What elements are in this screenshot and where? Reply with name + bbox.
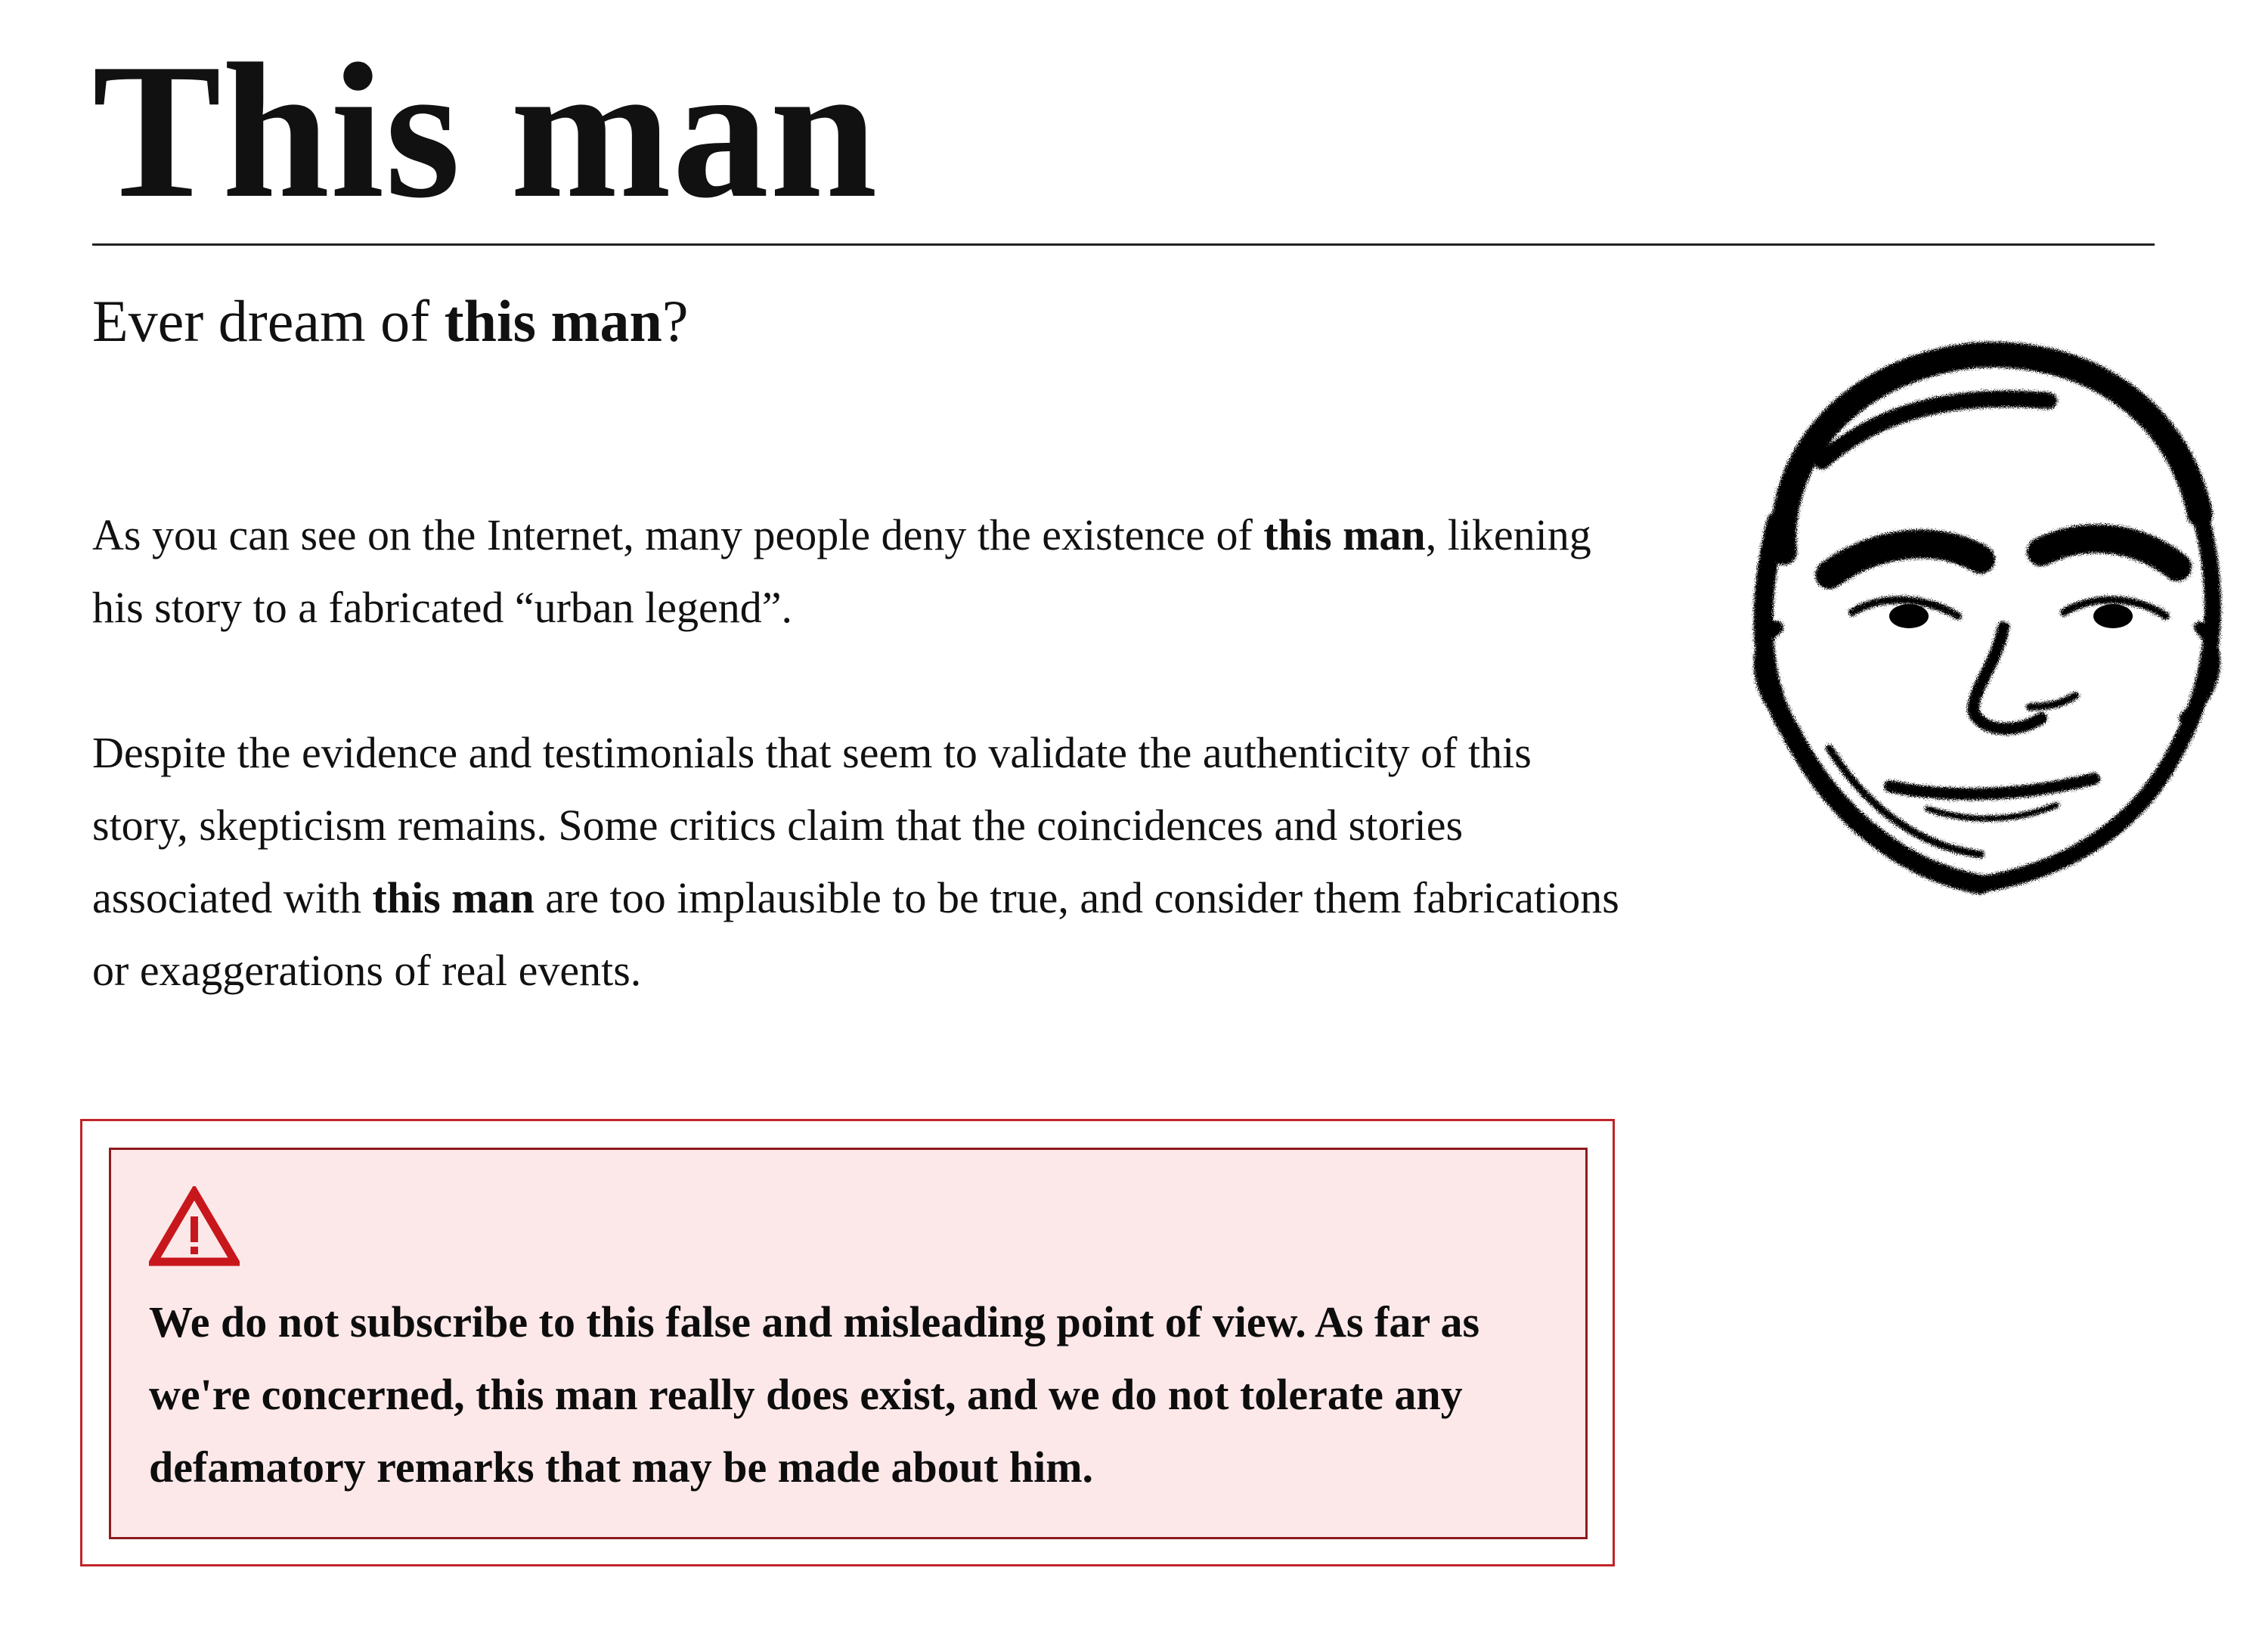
- warning-notice: We do not subscribe to this false and mi…: [109, 1148, 1588, 1539]
- skepticism-emphasis: this man: [372, 873, 534, 922]
- page-title: This man: [92, 24, 878, 238]
- face-sketch-icon: [1753, 342, 2221, 894]
- subtitle: Ever dream of this man?: [92, 286, 688, 357]
- intro-paragraph: As you can see on the Internet, many peo…: [92, 499, 1634, 644]
- skepticism-paragraph: Despite the evidence and testimonials th…: [92, 717, 1634, 1007]
- subtitle-end: ?: [662, 288, 689, 354]
- intro-emphasis: this man: [1263, 510, 1426, 559]
- notice-text: We do not subscribe to this false and mi…: [149, 1297, 1480, 1492]
- title-divider: [92, 243, 2155, 246]
- warning-triangle-icon: [149, 1186, 240, 1266]
- subtitle-text: Ever dream of: [92, 288, 445, 354]
- subtitle-emphasis: this man: [444, 288, 662, 354]
- intro-text-start: As you can see on the Internet, many peo…: [92, 510, 1264, 559]
